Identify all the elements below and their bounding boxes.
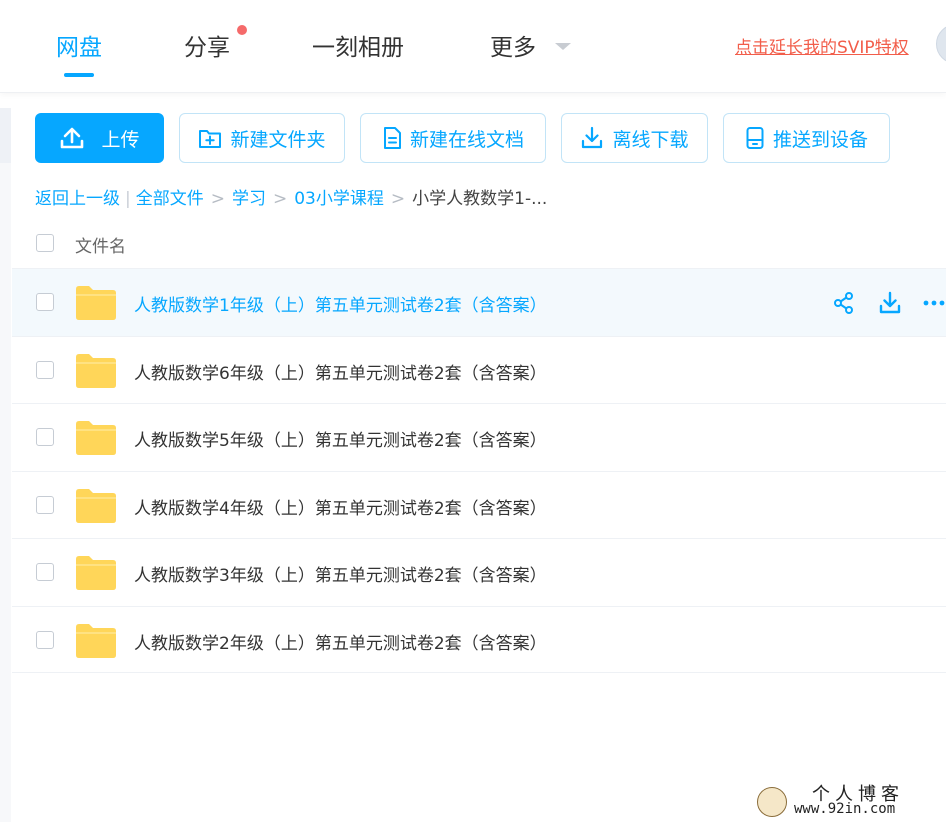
breadcrumb-back-link[interactable]: 返回上一级 <box>35 184 120 209</box>
active-tab-indicator <box>64 73 94 77</box>
file-name[interactable]: 人教版数学5年级（上）第五单元测试卷2套（含答案） <box>134 426 547 451</box>
row-checkbox[interactable] <box>36 630 54 649</box>
device-icon <box>746 127 764 149</box>
folder-icon <box>76 421 116 455</box>
top-nav: 网盘 分享 一刻相册 更多 点击延长我的SVIP特权 <box>0 0 946 93</box>
file-name[interactable]: 人教版数学2年级（上）第五单元测试卷2套（含答案） <box>134 629 547 654</box>
folder-icon <box>76 623 116 658</box>
upload-label: 上传 <box>101 128 140 151</box>
row-checkbox[interactable] <box>36 293 54 311</box>
svip-renew-link[interactable]: 点击延长我的SVIP特权 <box>735 33 909 58</box>
file-row[interactable]: 人教版数学2年级（上）第五单元测试卷2套（含答案） <box>12 605 946 673</box>
file-row[interactable]: 人教版数学5年级（上）第五单元测试卷2套（含答案） <box>12 403 946 471</box>
offline-download-button[interactable]: 离线下载 <box>561 113 708 163</box>
file-row[interactable]: 人教版数学1年级（上）第五单元测试卷2套（含答案） <box>12 268 946 336</box>
row-checkbox[interactable] <box>36 428 54 446</box>
new-folder-button[interactable]: 新建文件夹 <box>179 113 345 163</box>
tab-more[interactable]: 更多 <box>490 28 536 62</box>
row-checkbox[interactable] <box>36 495 54 514</box>
file-row[interactable]: 人教版数学3年级（上）第五单元测试卷2套（含答案） <box>12 538 946 606</box>
chevron-down-icon[interactable] <box>555 43 571 50</box>
push-to-device-button[interactable]: 推送到设备 <box>723 113 890 163</box>
breadcrumb-item-primary-courses[interactable]: 03小学课程 <box>294 184 384 209</box>
breadcrumb-separator: > <box>272 189 288 209</box>
file-name[interactable]: 人教版数学6年级（上）第五单元测试卷2套（含答案） <box>134 359 547 384</box>
avatar[interactable] <box>936 24 946 64</box>
row-checkbox[interactable] <box>36 360 54 379</box>
breadcrumb: 返回上一级 | 全部文件 > 学习 >03小学课程 > 小学人教数学1-... <box>35 184 547 209</box>
sidebar-edge <box>0 108 11 163</box>
new-folder-label: 新建文件夹 <box>230 128 326 151</box>
more-icon[interactable] <box>922 289 946 317</box>
breadcrumb-separator: > <box>210 189 225 209</box>
file-name[interactable]: 人教版数学3年级（上）第五单元测试卷2套（含答案） <box>134 561 547 586</box>
file-row[interactable]: 人教版数学6年级（上）第五单元测试卷2套（含答案） <box>12 335 946 404</box>
download-icon[interactable] <box>876 289 904 317</box>
breadcrumb-separator: > <box>390 189 406 209</box>
folder-icon <box>76 556 116 590</box>
download-icon <box>582 126 603 149</box>
file-name[interactable]: 人教版数学4年级（上）第五单元测试卷2套（含答案） <box>134 494 547 519</box>
new-online-doc-button[interactable]: 新建在线文档 <box>360 113 546 163</box>
row-checkbox[interactable] <box>36 563 54 581</box>
document-icon <box>383 127 401 149</box>
breadcrumb-item-all-files[interactable]: 全部文件 <box>136 184 204 209</box>
notification-dot <box>237 25 247 35</box>
offline-download-label: 离线下载 <box>612 128 689 151</box>
watermark-url: www.92in.com <box>794 801 896 817</box>
file-row[interactable]: 人教版数学4年级（上）第五单元测试卷2套（含答案） <box>12 470 946 539</box>
file-name[interactable]: 人教版数学1年级（上）第五单元测试卷2套（含答案） <box>134 291 547 316</box>
breadcrumb-divider: | <box>125 189 131 209</box>
sidebar-edge-lower <box>0 163 11 822</box>
watermark-face-icon <box>757 787 787 817</box>
share-icon[interactable] <box>830 289 858 317</box>
select-all-checkbox[interactable] <box>36 234 54 252</box>
tab-share[interactable]: 分享 <box>184 28 230 62</box>
folder-icon <box>76 286 116 320</box>
upload-button[interactable]: 上传 <box>35 113 164 163</box>
upload-icon <box>61 127 84 149</box>
column-header-filename[interactable]: 文件名 <box>75 232 126 257</box>
file-list: 人教版数学1年级（上）第五单元测试卷2套（含答案） 人教版数学6年级（上）第五单… <box>12 268 946 673</box>
tab-netdisk[interactable]: 网盘 <box>56 28 102 62</box>
push-to-device-label: 推送到设备 <box>772 128 868 151</box>
blog-watermark: 个人博客 www.92in.com <box>752 778 946 822</box>
folder-icon <box>76 353 116 388</box>
folder-plus-icon <box>199 130 222 148</box>
file-list-header: 文件名 <box>12 222 946 268</box>
breadcrumb-current: 小学人教数学1-... <box>412 189 548 209</box>
folder-icon <box>76 488 116 523</box>
new-online-doc-label: 新建在线文档 <box>409 128 524 151</box>
breadcrumb-item-study[interactable]: 学习 <box>232 184 266 209</box>
tab-album[interactable]: 一刻相册 <box>312 28 404 62</box>
